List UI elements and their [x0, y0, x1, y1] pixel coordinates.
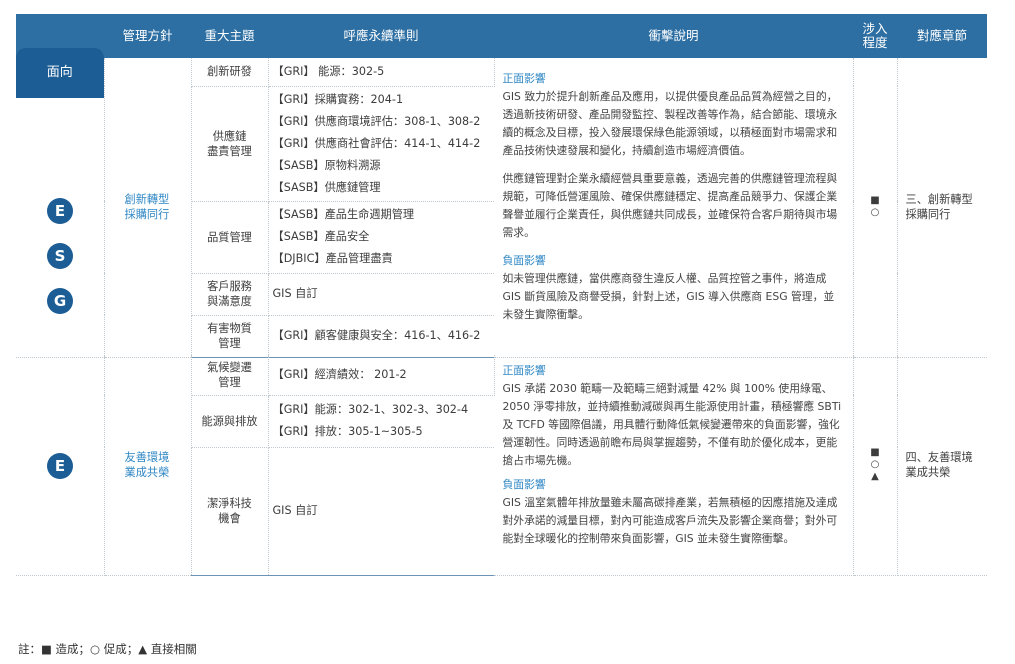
- standard-cell: 【GRI】顧客健康與安全：416-1、416-2: [268, 315, 494, 358]
- standard-item: 【DJBIC】產品管理盡責: [272, 252, 393, 265]
- topic-label: 能源與排放: [201, 414, 258, 428]
- standard-item: 【GRI】採購實務：204-1: [272, 92, 404, 106]
- mark-contribute-icon: ○: [870, 458, 880, 470]
- table-row: E 友善環境 業成共榮 氣候變遷 管理 【GRI】經濟績效： 201-2 正面影…: [16, 355, 987, 576]
- chapter-label: 三、創新轉型 採購同行: [905, 193, 973, 222]
- chapter-label: 四、友善環境 業成共榮: [905, 450, 973, 479]
- header-chapter: 對應章節: [897, 14, 987, 58]
- mark-cause-icon: ■: [870, 446, 880, 458]
- impact-heading-negative: 負面影響: [502, 478, 546, 491]
- impact-text: GIS 溫室氣體年排放量雖未屬高碳排產業，若無積極的因應措施及達成對外承諾的減量…: [502, 496, 838, 545]
- topic-label: 氣候變遷 管理: [207, 360, 252, 389]
- impact-cell-1: 正面影響 GIS 致力於提升創新產品及應用，以提供優良產品品質為經營之目的，透過新…: [494, 58, 854, 358]
- standard-item: 【GRI】供應商環境評估：308-1、308-2: [272, 114, 481, 128]
- topic-label: 創新研發: [207, 65, 252, 79]
- standard-item: 【GRI】供應商社會評估：414-1、414-2: [272, 136, 481, 150]
- face-cell-esg: 面向 E S G: [16, 48, 105, 358]
- mark-contribute-icon: ○: [870, 207, 880, 219]
- impact-heading-negative: 負面影響: [502, 254, 546, 267]
- involvement-cell-1: ■ ○: [853, 58, 898, 358]
- standard-item: 【SASB】產品安全: [272, 230, 370, 243]
- standard-item: 【GRI】顧客健康與安全：416-1、416-2: [272, 329, 481, 342]
- header-impact: 衝擊說明: [494, 14, 853, 58]
- face-label: 面向: [16, 48, 104, 98]
- standard-cell: 【GRI】經濟績效： 201-2: [268, 355, 495, 396]
- face-cell-e: E: [16, 355, 105, 576]
- impact-cell-2: 正面影響 GIS 承諾 2030 範疇一及範疇三絕對減量 42% 與 100% 使…: [494, 355, 854, 576]
- standard-item: 【GRI】能源：302-1、302-3、302-4: [272, 403, 469, 416]
- policy-label: 友善環境 業成共榮: [124, 450, 170, 479]
- header-policy: 管理方針: [104, 14, 191, 58]
- header-standard: 呼應永續準則: [268, 14, 494, 58]
- topic-label: 客戶服務 與滿意度: [207, 280, 252, 308]
- topic-hazardous: 有害物質 管理: [191, 315, 269, 358]
- esg-badge-e: E: [47, 198, 73, 224]
- standard-item: 【GRI】排放：305-1~305-5: [272, 425, 423, 438]
- legend-note: 註：■ 造成；○ 促成；▲ 直接相關: [18, 642, 197, 656]
- standard-item: 【SASB】產品生命週期管理: [272, 208, 415, 221]
- topic-label: 品質管理: [207, 230, 252, 244]
- chapter-cell-2: 四、友善環境 業成共榮: [897, 355, 987, 576]
- standard-item: GIS 自訂: [272, 287, 318, 300]
- header-topic: 重大主題: [191, 14, 268, 58]
- standard-item: 【SASB】供應鏈管理: [272, 180, 381, 194]
- topic-energy: 能源與排放: [191, 395, 269, 448]
- impact-text: GIS 承諾 2030 範疇一及範疇三絕對減量 42% 與 100% 使用綠電、…: [502, 382, 842, 467]
- topic-quality: 品質管理: [191, 201, 269, 274]
- impact-heading-positive: 正面影響: [502, 72, 546, 85]
- materiality-table: 管理方針 重大主題 呼應永續準則 衝擊說明 涉入 程度 對應章節 面向 E S …: [16, 14, 987, 358]
- standard-cell: 【GRI】 能源：302-5: [268, 58, 495, 87]
- standard-cell: 【GRI】採購實務：204-1 【GRI】供應商環境評估：308-1、308-2…: [268, 86, 494, 202]
- policy-innovation: 創新轉型 採購同行: [104, 58, 192, 358]
- involvement-cell-2: ■ ○ ▲: [853, 355, 898, 576]
- topic-customer: 客戶服務 與滿意度: [191, 273, 269, 316]
- standard-item: GIS 自訂: [272, 504, 318, 517]
- topic-label: 供應鏈 盡責管理: [207, 129, 252, 158]
- standard-cell: 【SASB】產品生命週期管理 【SASB】產品安全 【DJBIC】產品管理盡責: [268, 201, 494, 274]
- policy-label: 創新轉型 採購同行: [124, 193, 170, 222]
- esg-badge-g: G: [47, 288, 73, 314]
- topic-supply-chain: 供應鏈 盡責管理: [191, 86, 269, 202]
- standard-cell: 【GRI】能源：302-1、302-3、302-4 【GRI】排放：305-1~…: [268, 395, 494, 448]
- impact-text: 如未管理供應鏈，當供應商發生違反人權、品質控管之事件，將造成 GIS 斷貨風險及…: [502, 272, 835, 321]
- standard-cell: GIS 自訂: [268, 273, 494, 316]
- topic-label: 潔淨科技 機會: [207, 497, 252, 525]
- table-row: 面向 E S G 創新轉型 採購同行 創新研發 【GRI】 能源：302-5 正…: [16, 48, 987, 358]
- standard-cell: GIS 自訂: [268, 447, 494, 576]
- impact-text: 供應鏈管理對企業永續經營具重要意義，透過完善的供應鏈管理流程與規範，可降低營運風…: [502, 172, 838, 239]
- topic-cleantech: 潔淨科技 機會: [191, 447, 269, 576]
- materiality-table-2: E 友善環境 業成共榮 氣候變遷 管理 【GRI】經濟績效： 201-2 正面影…: [16, 355, 987, 576]
- standard-item: 【GRI】 能源：302-5: [272, 64, 385, 78]
- esg-badge-e: E: [47, 453, 73, 479]
- chapter-cell-1: 三、創新轉型 採購同行: [897, 58, 987, 358]
- esg-badge-s: S: [47, 243, 73, 269]
- impact-heading-positive: 正面影響: [502, 364, 546, 377]
- topic-label: 有害物質 管理: [207, 322, 252, 350]
- policy-environment: 友善環境 業成共榮: [104, 355, 192, 576]
- header-involvement: 涉入 程度: [853, 14, 897, 58]
- mark-cause-icon: ■: [870, 195, 880, 207]
- standard-item: 【GRI】經濟績效： 201-2: [272, 367, 407, 381]
- standard-item: 【SASB】原物料溯源: [272, 158, 381, 172]
- impact-text: GIS 致力於提升創新產品及應用，以提供優良產品品質為經營之目的，透過新技術研發…: [502, 90, 838, 157]
- topic-rd: 創新研發: [191, 58, 269, 87]
- mark-direct-icon: ▲: [871, 470, 879, 482]
- topic-climate: 氣候變遷 管理: [191, 355, 269, 396]
- table-header-row: 管理方針 重大主題 呼應永續準則 衝擊說明 涉入 程度 對應章節: [16, 14, 987, 58]
